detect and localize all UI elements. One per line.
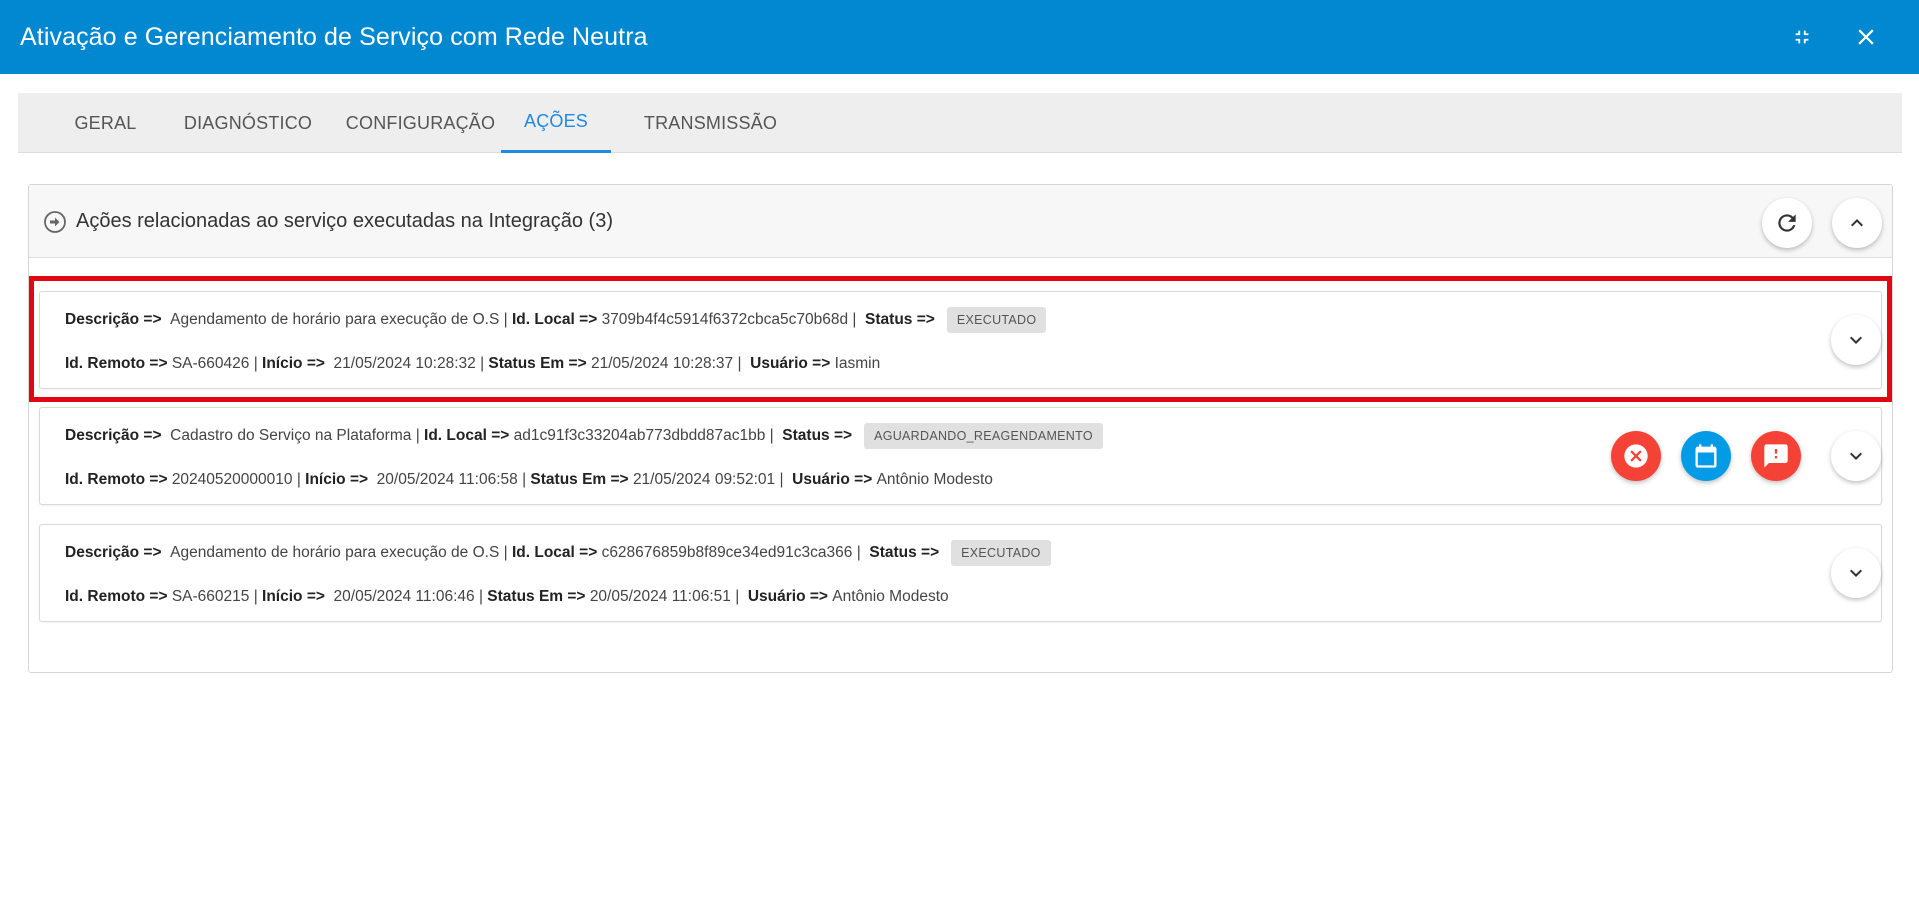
action-inicio: 20/05/2024 11:06:58 (376, 471, 518, 488)
label-descricao: Descrição => (65, 544, 162, 561)
arrow-circle-right-icon (44, 211, 66, 233)
status-badge: EXECUTADO (951, 540, 1051, 566)
action-line-2: Id. Remoto => 20240520000010 | Início =>… (65, 468, 993, 492)
separator: | (415, 427, 420, 444)
action-id-local: c628676859b8f89ce34ed91c3ca366 (601, 544, 853, 561)
action-descricao: Cadastro do Serviço na Plataforma (170, 427, 412, 444)
refresh-icon (1778, 214, 1796, 232)
tab-bar: GERAL DIAGNÓSTICO CONFIGURAÇÃO AÇÕES TRA… (18, 93, 1902, 153)
label-status-em: Status Em => (530, 471, 629, 488)
action-status-em: 21/05/2024 09:52:01 (632, 471, 776, 488)
label-status: Status => (782, 427, 853, 444)
label-status-em: Status Em => (487, 588, 586, 605)
actions-panel: Ações relacionadas ao serviço executadas… (28, 184, 1893, 673)
label-id-local: Id. Local => (511, 544, 598, 561)
action-card: Descrição => Cadastro do Serviço na Plat… (39, 407, 1882, 505)
cancel-icon (1624, 444, 1648, 468)
separator: | (779, 471, 784, 488)
action-id-remoto: SA-660215 (171, 588, 250, 605)
tab-configuracao[interactable]: CONFIGURAÇÃO (328, 93, 513, 153)
action-status-em: 20/05/2024 11:06:51 (589, 588, 731, 605)
separator: | (735, 588, 740, 605)
chevron-down-icon (1850, 569, 1862, 577)
refresh-button[interactable] (1762, 198, 1812, 248)
tab-acoes[interactable]: AÇÕES (501, 93, 611, 153)
close-icon (1858, 29, 1874, 45)
panel-header: Ações relacionadas ao serviço executadas… (29, 185, 1892, 258)
collapse-panel-button[interactable] (1832, 198, 1882, 248)
separator: | (296, 471, 301, 488)
separator: | (856, 544, 861, 561)
label-id-local: Id. Local => (424, 427, 510, 444)
window-title: Ativação e Gerenciamento de Serviço com … (20, 22, 648, 51)
calendar-icon (1695, 444, 1717, 468)
label-status: Status => (869, 544, 940, 561)
action-id-remoto: 20240520000010 (171, 471, 293, 488)
label-usuario: Usuário => (747, 588, 828, 605)
label-inicio: Início => (305, 471, 369, 488)
separator: | (478, 588, 483, 605)
separator: | (503, 544, 508, 561)
chevron-up-icon (1851, 219, 1863, 227)
action-card: Descrição => Agendamento de horário para… (39, 524, 1882, 622)
action-usuario: Antônio Modesto (876, 471, 993, 488)
close-button[interactable] (1847, 18, 1885, 56)
cancel-action-button[interactable] (1611, 431, 1661, 481)
separator: | (522, 471, 527, 488)
label-id-remoto: Id. Remoto => (65, 471, 168, 488)
chevron-down-icon (1850, 452, 1862, 460)
tab-transmissao[interactable]: TRANSMISSÃO (628, 93, 793, 153)
action-line-1: Descrição => Agendamento de horário para… (65, 538, 1051, 568)
tab-geral[interactable]: GERAL (43, 93, 168, 153)
label-inicio: Início => (262, 588, 325, 605)
window-titlebar: Ativação e Gerenciamento de Serviço com … (0, 0, 1919, 74)
separator: | (769, 427, 774, 444)
status-badge: AGUARDANDO_REAGENDAMENTO (864, 423, 1103, 449)
label-descricao: Descrição => (65, 427, 162, 444)
tab-diagnostico[interactable]: DIAGNÓSTICO (168, 93, 328, 153)
action-id-local: ad1c91f3c33204ab773dbdd87ac1bb (513, 427, 766, 444)
action-line-2: Id. Remoto => SA-660215 | Início => 20/0… (65, 585, 949, 609)
separator: | (253, 588, 258, 605)
compress-icon (1795, 30, 1809, 44)
action-line-1: Descrição => Cadastro do Serviço na Plat… (65, 421, 1103, 451)
action-usuario: Antônio Modesto (832, 588, 949, 605)
highlight-box (29, 276, 1892, 402)
schedule-button[interactable] (1681, 431, 1731, 481)
expand-action-button[interactable] (1831, 548, 1881, 598)
compress-button[interactable] (1783, 18, 1821, 56)
report-icon (1764, 444, 1788, 468)
action-inicio: 20/05/2024 11:06:46 (333, 588, 475, 605)
label-id-remoto: Id. Remoto => (65, 588, 168, 605)
action-descricao: Agendamento de horário para execução de … (170, 544, 500, 561)
report-button[interactable] (1751, 431, 1801, 481)
panel-title: Ações relacionadas ao serviço executadas… (76, 210, 613, 232)
label-usuario: Usuário => (792, 471, 873, 488)
expand-action-button[interactable] (1831, 431, 1881, 481)
